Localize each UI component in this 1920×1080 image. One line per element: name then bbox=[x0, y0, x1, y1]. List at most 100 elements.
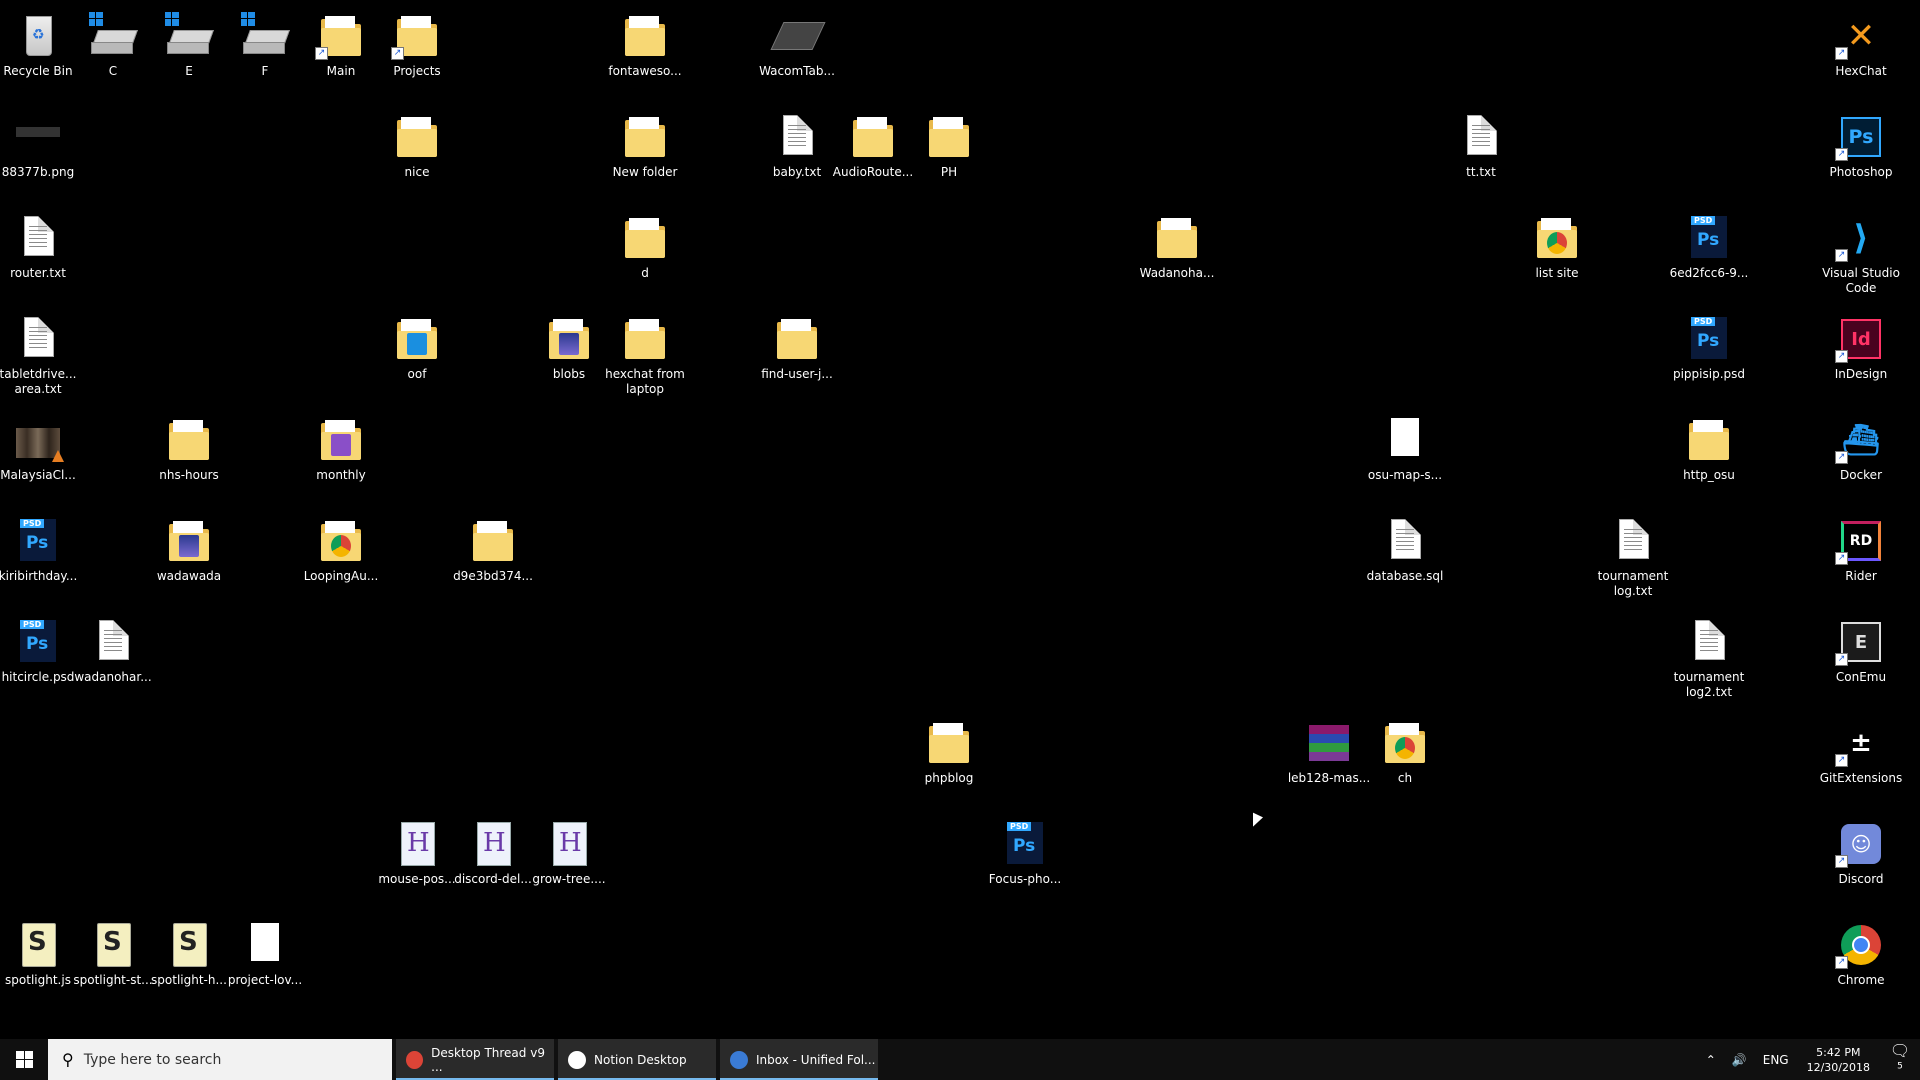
desktop-icon[interactable]: ☺ ↗ Discord bbox=[1816, 812, 1906, 908]
shortcut-arrow-icon: ↗ bbox=[1835, 249, 1848, 262]
desktop-icon[interactable]: tournament log.txt bbox=[1588, 509, 1678, 605]
drive-icon bbox=[89, 12, 138, 60]
desktop[interactable]: Recycle BinCEF↗Main↗Projectsfontaweso...… bbox=[0, 0, 1920, 1039]
start-button[interactable] bbox=[0, 1039, 48, 1080]
desktop-icon[interactable]: PSD Ps pippisip.psd bbox=[1664, 307, 1754, 403]
chrome-icon bbox=[406, 1050, 424, 1069]
desktop-icon[interactable]: nhs-hours bbox=[144, 408, 234, 504]
folder-icon bbox=[1685, 416, 1733, 464]
desktop-icon[interactable]: ch bbox=[1360, 711, 1450, 807]
desktop-icon[interactable]: WacomTab... bbox=[752, 4, 842, 100]
desktop-icon[interactable]: PH bbox=[904, 105, 994, 201]
desktop-icon[interactable]: fontaweso... bbox=[600, 4, 690, 100]
text-file-icon bbox=[1457, 113, 1505, 161]
text-file-icon bbox=[14, 214, 62, 262]
photoshop-file-icon: PSD Ps bbox=[14, 618, 62, 666]
desktop-icon[interactable]: hexchat from laptop bbox=[600, 307, 690, 403]
search-placeholder: Type here to search bbox=[83, 1051, 222, 1068]
desktop-icon[interactable]: d bbox=[600, 206, 690, 302]
shortcut-arrow-icon: ↗ bbox=[1835, 47, 1848, 60]
desktop-icon[interactable]: osu-map-s... bbox=[1360, 408, 1450, 504]
desktop-icon[interactable]: PSD Ps kiribirthday... bbox=[0, 509, 83, 605]
desktop-icon-label: d9e3bd374... bbox=[453, 569, 533, 583]
taskbar-app-label: Notion Desktop bbox=[594, 1052, 687, 1067]
desktop-icon[interactable]: PSD Ps Focus-pho... bbox=[980, 812, 1070, 908]
winrar-archive-icon bbox=[1305, 719, 1353, 767]
desktop-icon-label: kiribirthday... bbox=[0, 569, 78, 583]
desktop-icon[interactable]: ± ↗ GitExtensions bbox=[1816, 711, 1906, 807]
desktop-icon[interactable]: database.sql bbox=[1360, 509, 1450, 605]
desktop-icon[interactable]: MalaysiaCl... bbox=[0, 408, 83, 504]
desktop-icon[interactable]: router.txt bbox=[0, 206, 83, 302]
desktop-icon[interactable]: LoopingAu... bbox=[296, 509, 386, 605]
volume-icon[interactable]: 🔊 bbox=[1732, 1053, 1747, 1067]
shortcut-arrow-icon: ↗ bbox=[1835, 754, 1848, 767]
taskbar-app-button[interactable]: Inbox - Unified Fol... bbox=[720, 1039, 878, 1080]
taskbar-app-button[interactable]: Desktop Thread v9 ... bbox=[396, 1039, 554, 1080]
desktop-icon[interactable]: ↗ Projects bbox=[372, 4, 462, 100]
text-file-icon bbox=[773, 113, 821, 161]
header-file-icon: H bbox=[545, 820, 593, 868]
language-indicator[interactable]: ENG bbox=[1763, 1053, 1789, 1067]
desktop-icon-label: http_osu bbox=[1683, 468, 1735, 482]
desktop-icon-label: GitExtensions bbox=[1819, 771, 1903, 785]
taskbar-app-button[interactable]: Notion Desktop bbox=[558, 1039, 716, 1080]
taskbar-app-label: Desktop Thread v9 ... bbox=[431, 1045, 545, 1074]
desktop-icon-label: hexchat from laptop bbox=[605, 367, 685, 396]
desktop-icon[interactable]: ✕ ↗ HexChat bbox=[1816, 4, 1906, 100]
folder-icon bbox=[469, 517, 517, 565]
file-icon bbox=[241, 921, 289, 969]
desktop-icon[interactable]: RD ↗ Rider bbox=[1816, 509, 1906, 605]
desktop-icon[interactable]: ⟩ ↗ Visual Studio Code bbox=[1816, 206, 1906, 302]
desktop-icon[interactable]: E ↗ ConEmu bbox=[1816, 610, 1906, 706]
photoshop-file-icon: PSD Ps bbox=[1685, 315, 1733, 363]
clock[interactable]: 5:42 PM 12/30/2018 bbox=[1807, 1045, 1870, 1075]
desktop-icon[interactable]: tt.txt bbox=[1436, 105, 1526, 201]
desktop-icon[interactable]: Id ↗ InDesign bbox=[1816, 307, 1906, 403]
desktop-icon[interactable]: list site bbox=[1512, 206, 1602, 302]
desktop-icon[interactable]: Wadanoha... bbox=[1132, 206, 1222, 302]
desktop-icon[interactable]: Ps ↗ Photoshop bbox=[1816, 105, 1906, 201]
desktop-icon[interactable]: tabletdrive... area.txt bbox=[0, 307, 83, 403]
folder-icon bbox=[849, 113, 897, 161]
desktop-icon[interactable]: wadanohar... bbox=[68, 610, 158, 706]
folder-icon bbox=[165, 416, 213, 464]
notification-icon: 🗨 bbox=[1889, 1040, 1911, 1060]
desktop-icon[interactable]: oof bbox=[372, 307, 462, 403]
desktop-icon[interactable]: find-user-j... bbox=[752, 307, 842, 403]
desktop-icon[interactable]: http_osu bbox=[1664, 408, 1754, 504]
taskbar: ⚲ Type here to search Desktop Thread v9 … bbox=[0, 1039, 1920, 1080]
desktop-icon[interactable]: Hgrow-tree.... bbox=[524, 812, 614, 908]
folder-icon bbox=[925, 719, 973, 767]
desktop-icon-label: tournament log2.txt bbox=[1673, 670, 1745, 699]
desktop-icon[interactable]: PSD Ps 6ed2fcc6-9... bbox=[1664, 206, 1754, 302]
desktop-icon[interactable]: monthly bbox=[296, 408, 386, 504]
desktop-icon[interactable]: project-lov... bbox=[220, 913, 310, 1009]
desktop-icon[interactable]: tournament log2.txt bbox=[1664, 610, 1754, 706]
action-center-button[interactable]: 🗨5 bbox=[1880, 1041, 1920, 1079]
chevron-up-icon[interactable]: ⌃ bbox=[1706, 1053, 1716, 1067]
chrome-document-icon bbox=[1533, 214, 1581, 262]
desktop-icon[interactable]: nice bbox=[372, 105, 462, 201]
header-file-icon: H bbox=[393, 820, 441, 868]
desktop-icon[interactable]: d9e3bd374... bbox=[448, 509, 538, 605]
search-box[interactable]: ⚲ Type here to search bbox=[48, 1039, 392, 1080]
desktop-icon[interactable]: ↗ Chrome bbox=[1816, 913, 1906, 1009]
shortcut-arrow-icon: ↗ bbox=[1835, 148, 1848, 161]
desktop-icon-label: project-lov... bbox=[227, 973, 303, 987]
shortcut-arrow-icon: ↗ bbox=[1835, 451, 1848, 464]
desktop-icon[interactable]: 88377b.png bbox=[0, 105, 83, 201]
desktop-icon[interactable]: New folder bbox=[600, 105, 690, 201]
folder-icon bbox=[393, 315, 441, 363]
desktop-icon-label: osu-map-s... bbox=[1367, 468, 1443, 482]
desktop-icon[interactable]: phpblog bbox=[904, 711, 994, 807]
desktop-icon-label: nhs-hours bbox=[159, 468, 219, 482]
photoshop-icon: Ps ↗ bbox=[1835, 113, 1885, 161]
hexchat-icon: ✕ ↗ bbox=[1835, 12, 1885, 60]
chrome-icon: ↗ bbox=[1835, 921, 1885, 969]
desktop-icon-label: 88377b.png bbox=[1, 165, 75, 179]
desktop-icon[interactable]: wadawada bbox=[144, 509, 234, 605]
chrome-document-icon bbox=[317, 517, 365, 565]
desktop-icon-label: WacomTab... bbox=[759, 64, 835, 78]
desktop-icon[interactable]: ⛴ ↗ Docker bbox=[1816, 408, 1906, 504]
